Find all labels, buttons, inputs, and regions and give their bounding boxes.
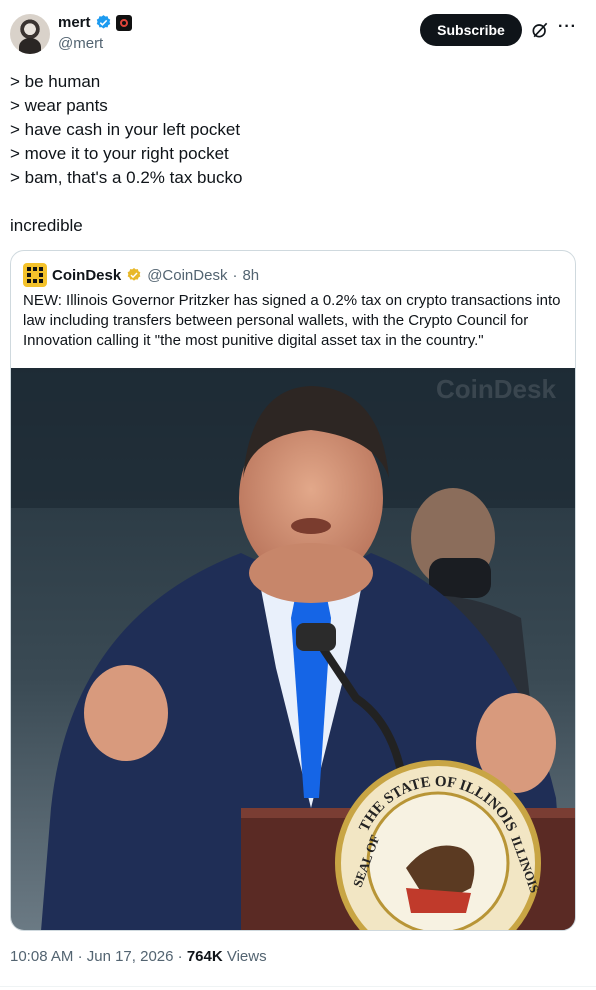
quote-author-name[interactable]: CoinDesk [52,267,121,284]
views-label: Views [226,948,267,965]
tweet-line: > have cash in your left pocket [10,120,241,139]
quote-photo[interactable]: CoinDesk THE STATE OF ILLINOIS SEAL OF I… [11,368,576,931]
tweet-closing: incredible [10,216,83,235]
tweet-line: > wear pants [10,96,108,115]
quote-time[interactable]: 8h [242,267,259,284]
subscribe-button[interactable]: Subscribe [420,14,522,46]
more-icon[interactable]: ··· [558,18,577,36]
quote-separator: · [232,266,238,284]
quote-text: NEW: Illinois Governor Pritzker has sign… [23,292,561,349]
tweet-header: mert @mert Subscribe ··· [10,12,586,56]
divider [0,986,596,987]
tweet-line: > be human [10,72,101,91]
tweet-footer: 10:08 AM · Jun 17, 2026 · 764K Views [10,948,267,965]
coindesk-logo-icon[interactable] [23,263,47,287]
tweet-date[interactable]: Jun 17, 2026 [87,948,174,965]
tweet-line: > move it to your right pocket [10,144,229,163]
verified-badge-icon [96,15,110,29]
author-handle[interactable]: @mert [58,35,103,52]
image-watermark: CoinDesk [436,374,556,404]
gold-verified-badge-icon [127,268,141,281]
affiliation-icon[interactable] [115,14,132,31]
footer-separator: · [177,948,187,965]
quote-author-handle[interactable]: @CoinDesk [147,267,227,284]
tweet-text: > be human > wear pants > have cash in y… [10,70,580,238]
author-name[interactable]: mert [58,14,91,31]
author-name-row: mert [58,14,132,31]
quote-header: CoinDesk @CoinDesk · 8h [23,263,259,287]
tweet-time[interactable]: 10:08 AM [10,948,73,965]
views-count: 764K [186,948,223,965]
avatar[interactable] [10,14,50,54]
tweet-line-break [10,190,580,214]
tweet-line: > bam, that's a 0.2% tax bucko [10,168,243,187]
footer-separator: · [77,948,87,965]
grok-icon[interactable] [530,20,550,40]
quoted-tweet[interactable]: CoinDesk @CoinDesk · 8h NEW: Illinois Go… [10,250,576,931]
